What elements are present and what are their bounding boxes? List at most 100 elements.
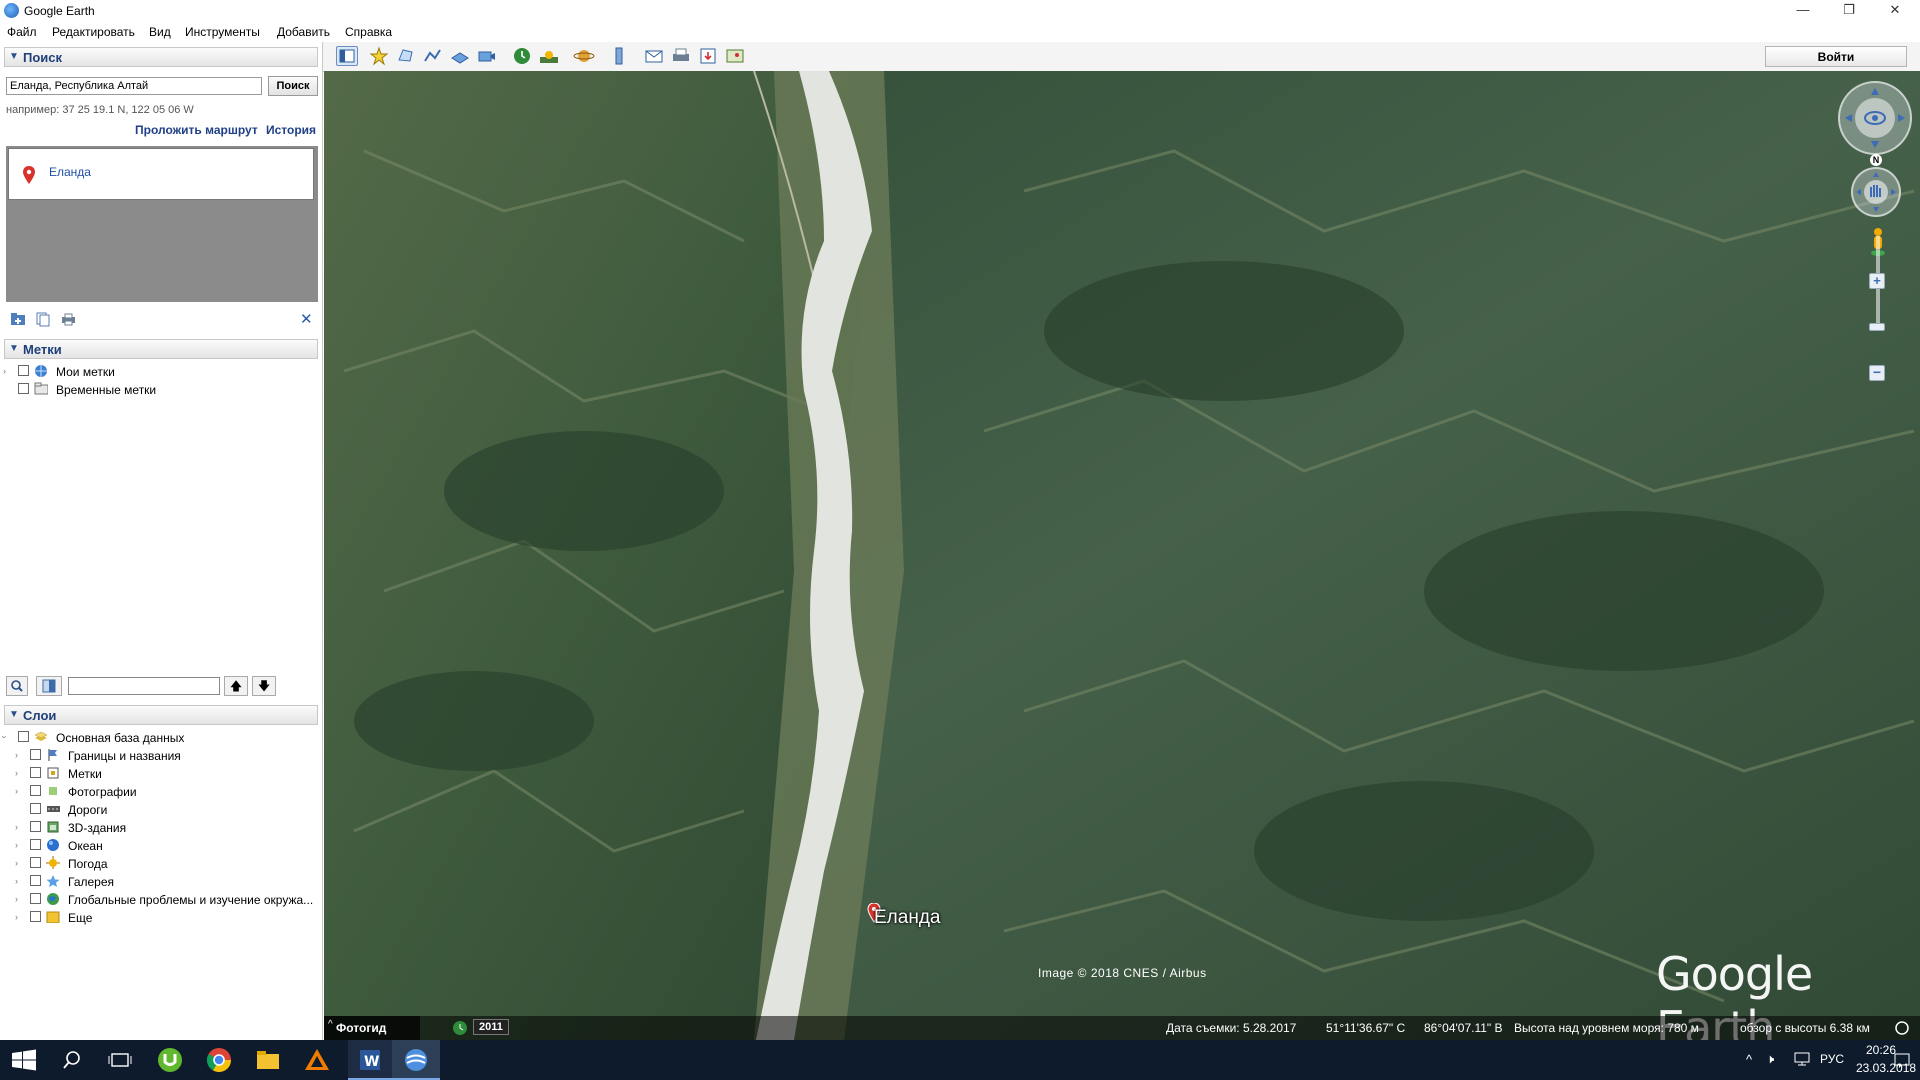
taskbar-word-button[interactable]: W [348,1040,392,1080]
move-control[interactable] [1851,167,1901,217]
add-path-button[interactable] [422,46,444,66]
close-results-icon[interactable]: ✕ [300,310,313,328]
network-icon[interactable] [1793,1051,1811,1067]
task-view-icon[interactable] [106,1046,134,1074]
taskbar-google-earth-button[interactable] [392,1040,440,1080]
panel-toggle-button[interactable] [36,676,62,696]
restore-button[interactable]: ❐ [1826,0,1872,22]
tree-label: Основная база данных [56,731,185,745]
tree-item-my-places[interactable]: › Мои метки [0,364,320,382]
copy-icon[interactable] [36,312,50,327]
layers-section-header[interactable]: ▼ Слои [4,705,318,725]
tray-chevron-icon[interactable]: ^ [1746,1052,1752,1067]
view-in-maps-button[interactable] [724,46,746,66]
layer-places[interactable]: › Метки [0,766,320,784]
switch-planet-button[interactable] [573,46,595,66]
volume-icon[interactable]: 🕨 [1766,1051,1774,1067]
layer-borders[interactable]: › Границы и названия [0,748,320,766]
checkbox[interactable] [30,893,41,904]
map-view[interactable]: Еланда Image © 2018 CNES / Airbus Google… [324,71,1920,1040]
tree-item-primary-database[interactable]: › Основная база данных [0,730,320,748]
menu-file[interactable]: Файл [7,25,37,39]
move-up-button[interactable]: 🡅 [224,676,248,696]
login-button[interactable]: Войти [1765,46,1907,67]
notifications-icon[interactable] [1893,1051,1911,1069]
route-link[interactable]: Проложить маршрут [135,123,258,137]
compass-north[interactable]: N [1870,154,1882,166]
checkbox[interactable] [18,383,29,394]
layer-gallery[interactable]: › Галерея [0,874,320,892]
places-section-header[interactable]: ▼ Метки [4,339,318,359]
input-language[interactable]: РУС [1820,1052,1844,1066]
move-down-button[interactable]: 🡇 [252,676,276,696]
minimize-button[interactable]: — [1780,0,1826,22]
search-button[interactable]: Поиск [268,76,318,96]
print-button[interactable] [670,46,692,66]
tree-item-temporary-places[interactable]: Временные метки [0,382,320,400]
look-control[interactable] [1838,81,1912,155]
save-image-button[interactable] [697,46,719,66]
checkbox[interactable] [30,857,41,868]
places-search-button[interactable] [6,676,28,696]
chrome-icon[interactable] [205,1046,233,1074]
layer-ocean[interactable]: › Океан [0,838,320,856]
history-link[interactable]: История [266,123,316,137]
email-button[interactable] [643,46,665,66]
search-input[interactable] [6,77,262,95]
avast-icon[interactable] [303,1046,331,1074]
clock-globe-icon [514,48,530,64]
photo-guide-tab[interactable]: Фотогид ^ [324,1016,420,1040]
menu-help[interactable]: Справка [345,25,392,39]
checkbox[interactable] [30,785,41,796]
eye-icon [1845,88,1905,148]
checkbox[interactable] [30,749,41,760]
historical-clock-icon[interactable] [452,1020,468,1036]
print-icon[interactable] [61,313,76,326]
photo-guide-label: Фотогид [336,1021,387,1035]
search-icon[interactable] [58,1046,86,1074]
layer-global-awareness[interactable]: › Глобальные проблемы и изучение окружа.… [0,892,320,910]
menu-edit[interactable]: Редактировать [52,25,135,39]
menu-view[interactable]: Вид [149,25,171,39]
windows-start-icon[interactable] [10,1046,38,1074]
file-explorer-icon[interactable] [254,1046,282,1074]
add-overlay-button[interactable] [449,46,471,66]
checkbox[interactable] [30,821,41,832]
historical-imagery-button[interactable] [511,46,533,66]
add-placemark-button[interactable] [368,46,390,66]
checkbox[interactable] [30,839,41,850]
imagery-year-badge[interactable]: 2011 [473,1019,509,1035]
checkbox[interactable] [30,767,41,778]
places-header-label: Метки [23,342,62,357]
expand-arrow-icon[interactable]: › [3,366,6,376]
checkbox[interactable] [18,365,29,376]
menu-tools[interactable]: Инструменты [185,25,260,39]
layer-3d-buildings[interactable]: › 3D-здания [0,820,320,838]
checkbox[interactable] [30,803,41,814]
add-folder-icon[interactable] [10,312,26,326]
clock-time[interactable]: 20:26 [1866,1043,1896,1057]
checkbox[interactable] [30,875,41,886]
record-tour-button[interactable] [476,46,498,66]
menu-add[interactable]: Добавить [277,25,330,39]
zoom-out-button[interactable]: − [1869,365,1885,381]
layer-photos[interactable]: › Фотографии [0,784,320,802]
ruler-button[interactable] [608,46,630,66]
zoom-thumb[interactable] [1869,323,1885,331]
checkbox[interactable] [18,731,29,742]
search-result-item[interactable]: Еланда [8,148,314,200]
places-filter-input[interactable] [68,677,220,695]
zoom-in-button[interactable]: + [1869,273,1885,289]
expand-arrow-icon[interactable]: › [0,736,10,739]
close-button[interactable]: ✕ [1872,0,1918,22]
sunlight-button[interactable] [538,46,560,66]
layer-more[interactable]: › Еще [0,910,320,928]
checkbox[interactable] [30,911,41,922]
utorrent-icon[interactable] [156,1046,184,1074]
sidebar-toggle-button[interactable] [336,46,358,66]
search-section-header[interactable]: ▼ Поиск [4,47,318,67]
add-polygon-button[interactable] [395,46,417,66]
layer-roads[interactable]: Дороги [0,802,320,820]
longitude-readout: 86°04'07.11" В [1424,1021,1503,1035]
layer-weather[interactable]: › Погода [0,856,320,874]
